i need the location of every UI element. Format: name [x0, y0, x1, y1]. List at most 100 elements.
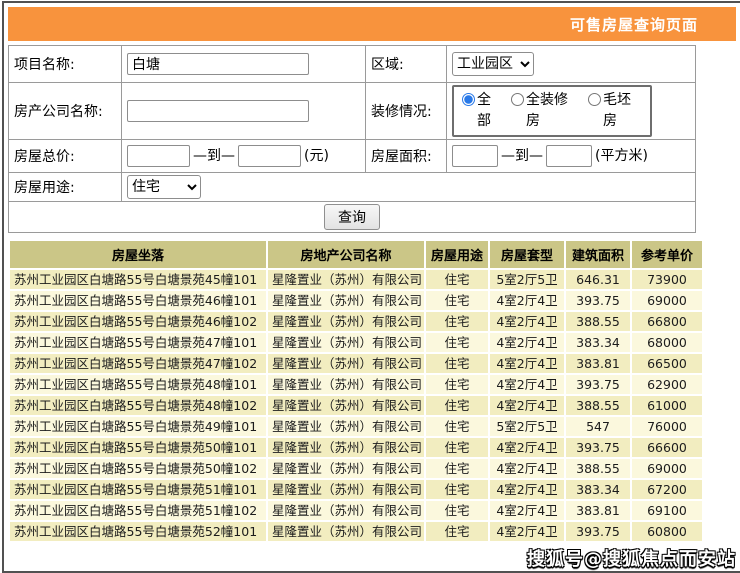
table-cell: 646.31 [566, 270, 630, 289]
table-row: 苏州工业园区白塘路55号白塘景苑52幢101星隆置业（苏州）有限公司住宅4室2厅… [10, 522, 702, 541]
table-cell: 星隆置业（苏州）有限公司 [268, 291, 424, 310]
table-cell: 苏州工业园区白塘路55号白塘景苑47幢102 [10, 354, 266, 373]
project-name-label: 项目名称: [9, 46, 122, 83]
table-cell: 547 [566, 417, 630, 436]
area-unit: (平方米) [595, 148, 648, 164]
table-cell: 住宅 [426, 270, 488, 289]
region-select[interactable]: 工业园区 [452, 52, 534, 76]
decoration-radio-option[interactable]: 全部 [462, 90, 491, 132]
table-cell: 苏州工业园区白塘路55号白塘景苑51幢101 [10, 480, 266, 499]
table-cell: 星隆置业（苏州）有限公司 [268, 417, 424, 436]
table-cell: 住宅 [426, 375, 488, 394]
region-label: 区域: [366, 46, 447, 83]
price-min-input[interactable] [127, 145, 190, 167]
radio-icon[interactable] [511, 93, 524, 106]
column-header: 房屋套型 [490, 241, 564, 268]
company-name-label: 房产公司名称: [9, 83, 122, 140]
column-header: 房地产公司名称 [268, 241, 424, 268]
table-cell: 393.75 [566, 522, 630, 541]
results-body: 苏州工业园区白塘路55号白塘景苑45幢101星隆置业（苏州）有限公司住宅5室2厅… [10, 270, 702, 541]
area-max-input[interactable] [546, 145, 592, 167]
table-cell: 苏州工业园区白塘路55号白塘景苑51幢102 [10, 501, 266, 520]
table-cell: 苏州工业园区白塘路55号白塘景苑49幢101 [10, 417, 266, 436]
decoration-radio-option[interactable]: 毛坯房 [588, 90, 631, 132]
table-cell: 4室2厅4卫 [490, 459, 564, 478]
table-cell: 66500 [632, 354, 702, 373]
usage-label: 房屋用途: [9, 173, 122, 202]
table-cell: 住宅 [426, 480, 488, 499]
table-cell: 苏州工业园区白塘路55号白塘景苑48幢101 [10, 375, 266, 394]
table-cell: 住宅 [426, 438, 488, 457]
table-cell: 苏州工业园区白塘路55号白塘景苑46幢102 [10, 312, 266, 331]
table-cell: 383.81 [566, 354, 630, 373]
table-cell: 住宅 [426, 459, 488, 478]
table-cell: 星隆置业（苏州）有限公司 [268, 480, 424, 499]
table-cell: 4室2厅4卫 [490, 291, 564, 310]
page-title: 可售房屋查询页面 [570, 14, 698, 35]
table-cell: 住宅 [426, 396, 488, 415]
table-cell: 住宅 [426, 354, 488, 373]
decoration-label: 装修情况: [366, 83, 447, 140]
page-container: 可售房屋查询页面 项目名称: 区域: 工业园区 房产公司名称: 装修情况: 全部… [2, 1, 740, 573]
usage-select[interactable]: 住宅 [127, 175, 201, 199]
table-cell: 388.55 [566, 459, 630, 478]
table-cell: 5室2厅5卫 [490, 417, 564, 436]
table-cell: 星隆置业（苏州）有限公司 [268, 501, 424, 520]
table-cell: 星隆置业（苏州）有限公司 [268, 354, 424, 373]
table-cell: 68000 [632, 333, 702, 352]
table-cell: 住宅 [426, 291, 488, 310]
table-cell: 住宅 [426, 417, 488, 436]
radio-option-label: 全装修房 [526, 90, 568, 132]
project-name-input[interactable] [127, 53, 309, 75]
table-cell: 4室2厅4卫 [490, 354, 564, 373]
table-cell: 4室2厅4卫 [490, 333, 564, 352]
table-row: 苏州工业园区白塘路55号白塘景苑46幢101星隆置业（苏州）有限公司住宅4室2厅… [10, 291, 702, 310]
table-cell: 388.55 [566, 396, 630, 415]
column-header: 房屋坐落 [10, 241, 266, 268]
table-cell: 60800 [632, 522, 702, 541]
table-cell: 73900 [632, 270, 702, 289]
table-cell: 388.55 [566, 312, 630, 331]
table-cell: 383.34 [566, 333, 630, 352]
price-unit: (元) [304, 148, 329, 164]
table-cell: 住宅 [426, 501, 488, 520]
query-form: 项目名称: 区域: 工业园区 房产公司名称: 装修情况: 全部全装修房毛坯房 房… [8, 45, 696, 233]
table-row: 苏州工业园区白塘路55号白塘景苑47幢102星隆置业（苏州）有限公司住宅4室2厅… [10, 354, 702, 373]
company-name-input[interactable] [127, 100, 309, 122]
table-cell: 62900 [632, 375, 702, 394]
table-cell: 4室2厅4卫 [490, 522, 564, 541]
table-row: 苏州工业园区白塘路55号白塘景苑46幢102星隆置业（苏州）有限公司住宅4室2厅… [10, 312, 702, 331]
table-cell: 4室2厅4卫 [490, 438, 564, 457]
table-cell: 星隆置业（苏州）有限公司 [268, 438, 424, 457]
table-cell: 393.75 [566, 291, 630, 310]
table-cell: 4室2厅4卫 [490, 375, 564, 394]
table-cell: 4室2厅4卫 [490, 501, 564, 520]
radio-option-label: 全部 [477, 90, 491, 132]
table-cell: 苏州工业园区白塘路55号白塘景苑50幢102 [10, 459, 266, 478]
radio-icon[interactable] [588, 93, 601, 106]
column-header: 房屋用途 [426, 241, 488, 268]
table-row: 苏州工业园区白塘路55号白塘景苑51幢101星隆置业（苏州）有限公司住宅4室2厅… [10, 480, 702, 499]
table-cell: 4室2厅4卫 [490, 396, 564, 415]
price-max-input[interactable] [238, 145, 301, 167]
table-cell: 76000 [632, 417, 702, 436]
table-cell: 星隆置业（苏州）有限公司 [268, 375, 424, 394]
query-button[interactable]: 查询 [324, 204, 380, 230]
table-cell: 66800 [632, 312, 702, 331]
area-label: 房屋面积: [366, 140, 447, 173]
results-table: 房屋坐落房地产公司名称房屋用途房屋套型建筑面积参考单价 苏州工业园区白塘路55号… [8, 239, 704, 543]
table-cell: 苏州工业园区白塘路55号白塘景苑48幢102 [10, 396, 266, 415]
table-cell: 星隆置业（苏州）有限公司 [268, 312, 424, 331]
area-min-input[interactable] [452, 145, 498, 167]
results-header-row: 房屋坐落房地产公司名称房屋用途房屋套型建筑面积参考单价 [10, 241, 702, 268]
decoration-radio-option[interactable]: 全装修房 [511, 90, 568, 132]
radio-selected-icon[interactable] [462, 93, 475, 106]
table-cell: 苏州工业园区白塘路55号白塘景苑47幢101 [10, 333, 266, 352]
table-cell: 星隆置业（苏州）有限公司 [268, 396, 424, 415]
table-cell: 69000 [632, 459, 702, 478]
table-cell: 4室2厅4卫 [490, 312, 564, 331]
table-cell: 67200 [632, 480, 702, 499]
table-row: 苏州工业园区白塘路55号白塘景苑51幢102星隆置业（苏州）有限公司住宅4室2厅… [10, 501, 702, 520]
page-header: 可售房屋查询页面 [8, 7, 736, 41]
table-cell: 69100 [632, 501, 702, 520]
